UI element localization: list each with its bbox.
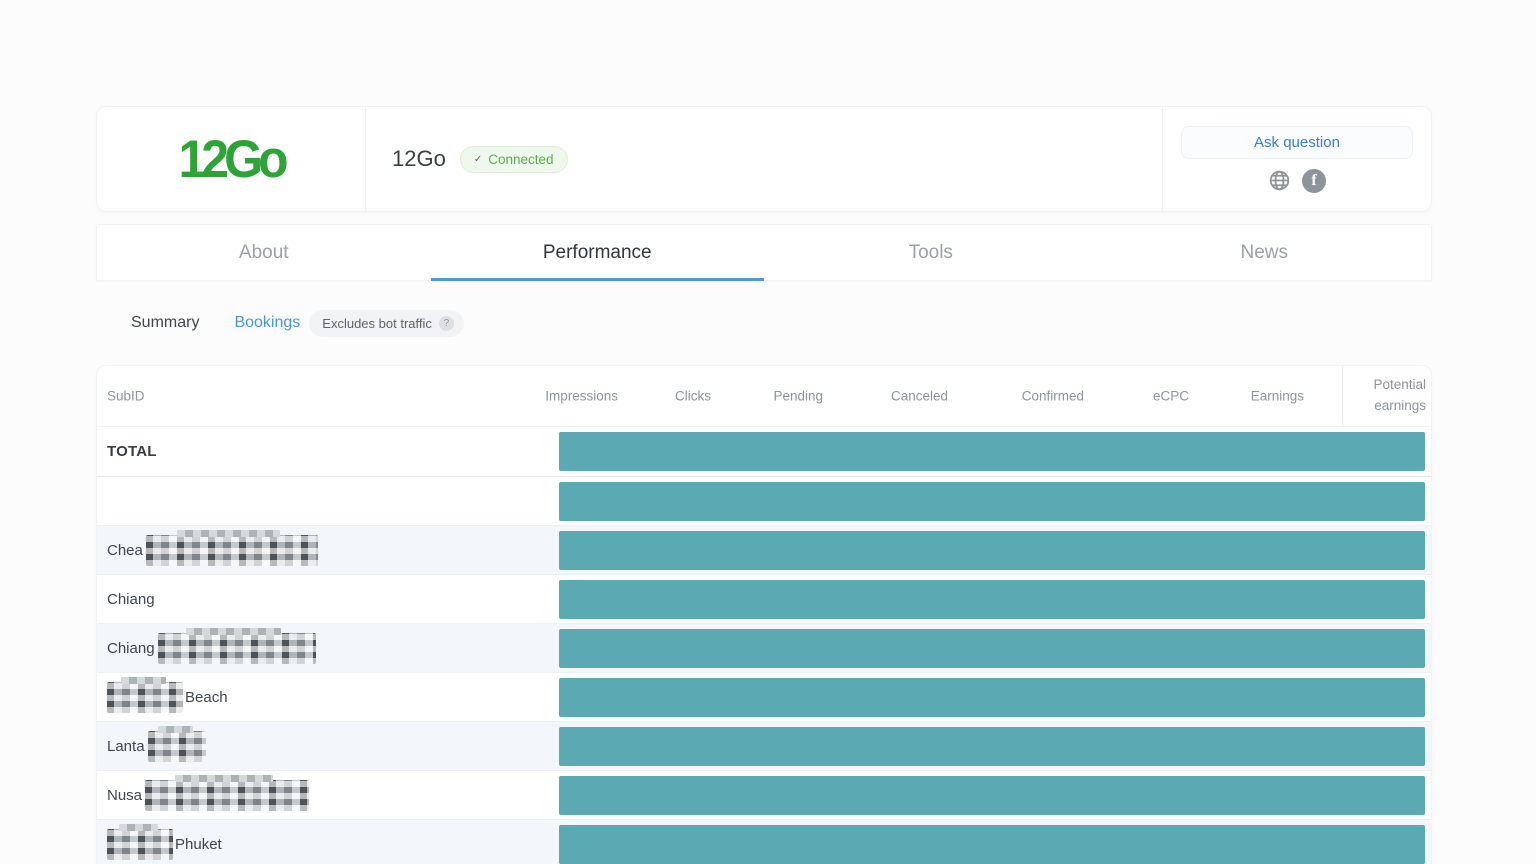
redacted-data-bar	[559, 629, 1425, 668]
pixelated-redaction	[146, 535, 318, 566]
subnav-item-summary[interactable]: Summary	[131, 314, 199, 332]
subid-label: Chiang	[107, 591, 155, 608]
performance-subnav: Summary Bookings Excludes bot traffic ?	[96, 281, 1432, 365]
column-header-subid: SubID	[107, 389, 145, 404]
column-header-pending: Pending	[773, 389, 823, 404]
data-cell	[559, 624, 1431, 672]
tab-news[interactable]: News	[1098, 225, 1432, 280]
12go-logo: 12Go	[178, 129, 283, 190]
redacted-data-bar	[559, 432, 1425, 471]
subid-cell: Chiang	[97, 624, 559, 672]
data-cell	[559, 526, 1431, 574]
redacted-data-bar	[559, 482, 1425, 521]
subid-cell: Chea	[97, 526, 559, 574]
partner-info: 12Go ✓ Connected	[366, 107, 1162, 211]
pixelated-redaction	[107, 682, 183, 713]
tab-bar: AboutPerformanceToolsNews	[96, 224, 1432, 281]
facebook-icon[interactable]: f	[1302, 169, 1326, 193]
table-row: Chiang	[97, 574, 1431, 623]
pill-label: Excludes bot traffic	[322, 316, 432, 331]
table-row: Phuket	[97, 819, 1431, 864]
subnav-item-bookings[interactable]: Bookings	[234, 314, 300, 332]
data-cell	[559, 427, 1431, 476]
table-header: SubID Impressions Clicks Pending Canceled Con…	[97, 366, 1431, 427]
column-header-earnings: Earnings	[1251, 389, 1304, 404]
data-cell	[559, 771, 1431, 819]
table-row: TOTAL	[97, 427, 1431, 476]
redacted-data-bar	[559, 727, 1425, 766]
table-row: Nusa	[97, 770, 1431, 819]
subid-cell: Chiang	[97, 575, 559, 623]
redacted-data-bar	[559, 678, 1425, 717]
table-row: Lanta	[97, 721, 1431, 770]
subid-cell: Beach	[97, 673, 559, 721]
excludes-bot-traffic-pill: Excludes bot traffic ?	[309, 310, 464, 337]
subid-label: TOTAL	[107, 443, 157, 460]
subid-label: Chea	[107, 542, 143, 559]
redacted-data-bar	[559, 580, 1425, 619]
column-header-impressions: Impressions	[545, 389, 618, 404]
bookings-table: SubID Impressions Clicks Pending Canceled Con…	[96, 365, 1432, 864]
redacted-data-bar	[559, 776, 1425, 815]
data-cell	[559, 477, 1431, 525]
tab-tools[interactable]: Tools	[764, 225, 1098, 280]
subid-cell: Lanta	[97, 722, 559, 770]
column-header-potential-earnings: Potential earnings	[1346, 375, 1426, 417]
logo-cell: 12Go	[97, 107, 366, 211]
globe-icon[interactable]	[1268, 169, 1291, 192]
partner-header-card: 12Go 12Go ✓ Connected Ask question	[96, 106, 1432, 212]
partner-name: 12Go	[392, 146, 446, 172]
column-header-ecpc: eCPC	[1153, 389, 1189, 404]
tab-about[interactable]: About	[97, 225, 431, 280]
subid-cell: TOTAL	[97, 427, 559, 476]
table-body: TOTAL Chea Chiang Chiang Beach Lanta Nusa Phuke…	[97, 427, 1431, 864]
check-icon: ✓	[474, 154, 482, 165]
table-row: Beach	[97, 672, 1431, 721]
column-header-confirmed: Confirmed	[1022, 389, 1084, 404]
data-cell	[559, 575, 1431, 623]
pixelated-redaction	[158, 633, 316, 664]
redacted-data-bar	[559, 825, 1425, 864]
header-actions: Ask question f	[1162, 107, 1431, 211]
pixelated-redaction	[107, 829, 173, 860]
column-divider	[1342, 366, 1343, 426]
table-row: Chea	[97, 525, 1431, 574]
table-row: Chiang	[97, 623, 1431, 672]
status-badge: ✓ Connected	[460, 146, 568, 173]
table-row	[97, 476, 1431, 525]
pixelated-redaction	[145, 780, 309, 811]
subid-cell: Phuket	[97, 820, 559, 864]
subid-label: Phuket	[175, 836, 222, 853]
redacted-data-bar	[559, 531, 1425, 570]
subid-label: Nusa	[107, 787, 142, 804]
subid-label: Chiang	[107, 640, 155, 657]
ask-question-button[interactable]: Ask question	[1181, 126, 1413, 159]
help-icon[interactable]: ?	[439, 316, 454, 331]
subid-label: Lanta	[107, 738, 145, 755]
pixelated-redaction	[148, 731, 206, 762]
page: 12Go 12Go ✓ Connected Ask question	[96, 0, 1432, 864]
data-cell	[559, 722, 1431, 770]
subid-cell: Nusa	[97, 771, 559, 819]
data-cell	[559, 673, 1431, 721]
column-header-clicks: Clicks	[675, 389, 711, 404]
tab-performance[interactable]: Performance	[431, 225, 765, 280]
status-badge-label: Connected	[488, 152, 553, 167]
data-cell	[559, 820, 1431, 864]
subid-cell	[97, 477, 559, 525]
social-links: f	[1268, 169, 1326, 193]
subid-label: Beach	[185, 689, 228, 706]
column-header-canceled: Canceled	[891, 389, 948, 404]
